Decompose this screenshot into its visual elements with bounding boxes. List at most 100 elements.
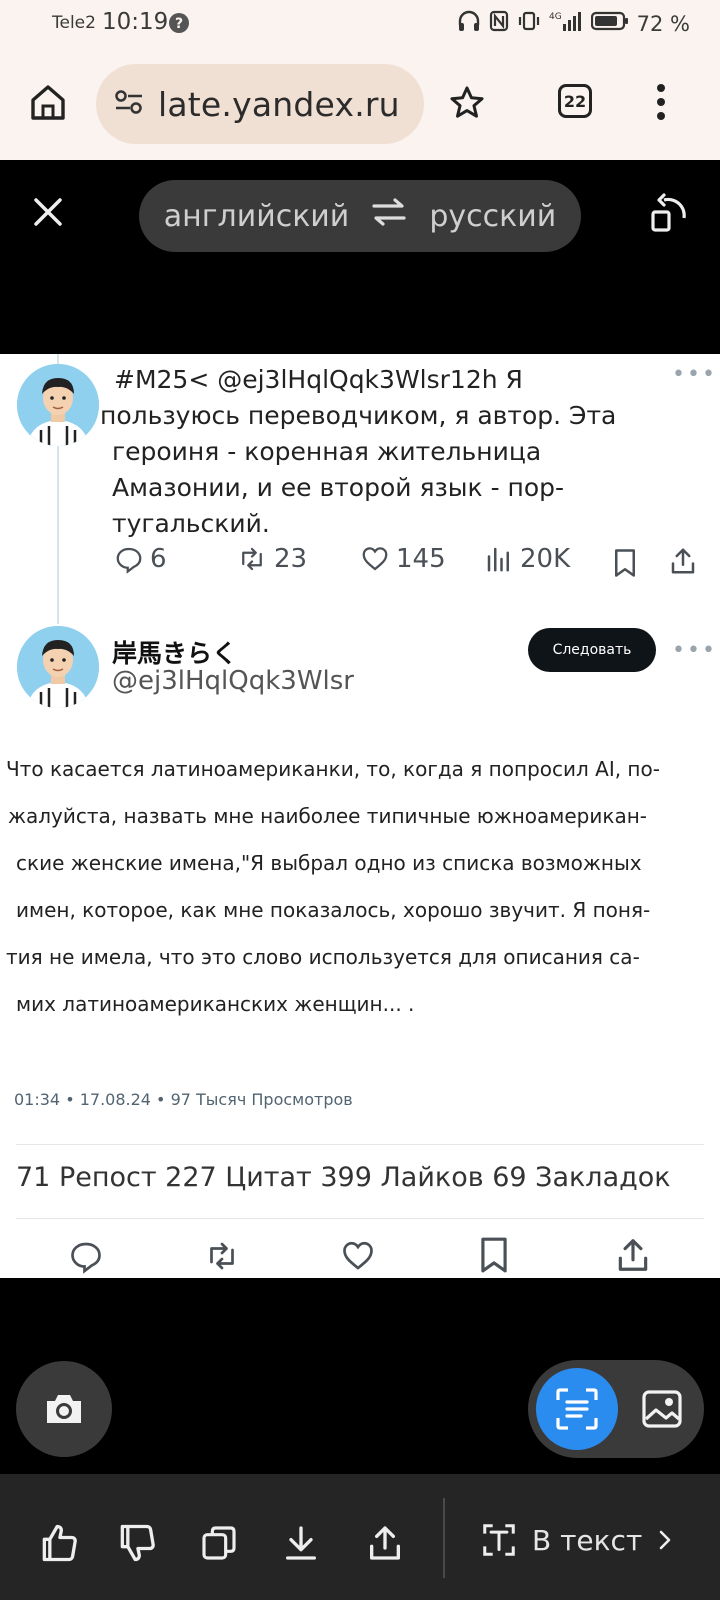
image-icon	[642, 1390, 682, 1428]
heart-icon	[343, 1241, 373, 1270]
bottom-toolbar: В текст	[0, 1474, 720, 1600]
view-count-button[interactable]: 20K	[484, 544, 570, 574]
help-icon: ?	[168, 12, 190, 38]
mode-switcher	[528, 1360, 704, 1458]
tweet-meta: 01:34 • 17.08.24 • 97 Тысяч Просмотров	[14, 1090, 353, 1109]
engagement-totals: 71 Репост 227 Цитат 399 Лайков 69 Заклад…	[16, 1162, 671, 1193]
close-button[interactable]	[32, 196, 64, 232]
source-language[interactable]: английский	[164, 199, 350, 234]
tweet-actions	[0, 1232, 720, 1278]
tweet-line: тия не имела, что это слово используется…	[6, 945, 640, 969]
address-bar[interactable]: late.yandex.ru	[96, 64, 424, 144]
clock: 10:19	[102, 9, 169, 35]
like-button[interactable]	[340, 1238, 376, 1278]
reply-count-button[interactable]: 6	[114, 544, 167, 574]
comment-icon	[71, 1242, 101, 1274]
heart-icon	[362, 547, 388, 571]
battery-icon	[590, 10, 629, 37]
comment-icon	[116, 547, 142, 574]
signal-icon: 4G	[549, 10, 583, 37]
browser-toolbar: late.yandex.ru 22	[0, 48, 720, 160]
reply-button[interactable]	[68, 1238, 104, 1278]
user-handle[interactable]: @ej3lHqlQqk3Wlsr	[112, 666, 354, 696]
reply-line: пользуюсь переводчиком, я автор. Эта	[100, 401, 617, 430]
carrier-label: Tele2	[52, 13, 96, 33]
toolbar-divider	[443, 1498, 445, 1578]
repost-count-button[interactable]: 23	[236, 544, 307, 574]
home-icon	[31, 85, 65, 120]
share-icon	[370, 1526, 400, 1560]
url-text: late.yandex.ru	[158, 84, 400, 124]
download-button[interactable]	[276, 1518, 326, 1568]
bookmark-icon	[615, 549, 635, 577]
nfc-icon	[489, 10, 509, 37]
tweet-line: Что касается латиноамериканки, то, когда…	[6, 757, 660, 781]
chevron-right-icon	[659, 1530, 671, 1550]
to-text-label: В текст	[532, 1523, 643, 1557]
thread-line	[57, 446, 59, 624]
tweet-line: жалуйста, назвать мне наиболее типичные …	[8, 804, 647, 828]
like-translation-button[interactable]	[34, 1518, 84, 1568]
text-scan-button[interactable]	[536, 1368, 618, 1450]
bookmark-icon	[481, 1237, 507, 1273]
view-count: 20K	[520, 544, 571, 574]
display-name[interactable]: 岸馬きらく	[112, 634, 237, 670]
vibrate-icon	[517, 10, 541, 37]
avatar[interactable]	[17, 626, 99, 708]
views-icon	[487, 547, 509, 572]
translator-header: английский русский	[0, 160, 720, 354]
more-vert-icon	[657, 84, 665, 120]
bookmark-star-button[interactable]	[448, 84, 486, 126]
gallery-button[interactable]	[626, 1370, 698, 1448]
share-translation-button[interactable]	[360, 1518, 410, 1568]
follow-button[interactable]: Следовать	[528, 628, 656, 672]
download-icon	[286, 1526, 316, 1560]
reply-count: 6	[150, 544, 167, 574]
dislike-translation-button[interactable]	[112, 1518, 162, 1568]
headphones-icon	[457, 10, 481, 37]
battery-percent: 72 %	[636, 11, 690, 36]
menu-button[interactable]	[654, 82, 668, 126]
avatar[interactable]	[17, 364, 99, 446]
reply-line: #M25< @ej3lHqlQqk3Wlsr12h Я	[114, 365, 523, 394]
swap-languages-icon[interactable]	[371, 197, 407, 235]
share-icon	[671, 548, 695, 574]
star-icon	[450, 86, 484, 118]
divider	[16, 1218, 704, 1219]
reply-line: героиня - коренная жительница	[112, 437, 542, 466]
to-text-button[interactable]: В текст	[480, 1510, 674, 1570]
tweet-line: мих латиноамериканских женщин... .	[16, 992, 415, 1016]
repost-count: 23	[274, 544, 308, 574]
tweet-line: ские женские имена,"Я выбрал одно из спи…	[16, 851, 642, 875]
camera-controls	[0, 1278, 720, 1474]
tweet-line: имен, которое, как мне показалось, хорош…	[16, 898, 651, 922]
share-button[interactable]	[614, 1236, 652, 1278]
copy-button[interactable]	[194, 1518, 244, 1568]
bookmark-button[interactable]	[612, 548, 638, 582]
share-button[interactable]	[668, 546, 698, 580]
reply-text: #M25< @ej3lHqlQqk3Wlsr12h Я пользуюсь пе…	[100, 362, 630, 542]
camera-icon	[47, 1395, 81, 1423]
site-settings-icon[interactable]	[114, 89, 144, 119]
tweet-body: Что касается латиноамериканки, то, когда…	[6, 746, 696, 1028]
svg-text:4G: 4G	[549, 12, 562, 22]
scan-text-icon	[556, 1388, 598, 1430]
thumbs-down-icon	[120, 1524, 155, 1562]
camera-button[interactable]	[16, 1361, 112, 1457]
bookmark-button[interactable]	[478, 1236, 510, 1278]
more-icon[interactable]: •••	[672, 638, 717, 663]
translated-image: #M25< @ej3lHqlQqk3Wlsr12h Я пользуюсь пе…	[0, 354, 720, 1278]
divider	[16, 1144, 704, 1145]
like-count-button[interactable]: 145	[360, 544, 446, 574]
target-language[interactable]: русский	[429, 199, 556, 234]
like-count: 145	[396, 544, 446, 574]
home-button[interactable]	[28, 82, 68, 126]
tabs-button[interactable]: 22	[558, 84, 592, 118]
language-selector[interactable]: английский русский	[139, 180, 581, 252]
share-icon	[618, 1239, 648, 1271]
repost-button[interactable]	[202, 1238, 242, 1278]
more-icon[interactable]: •••	[672, 362, 717, 387]
text-frame-icon	[483, 1524, 515, 1556]
reply-line: Амазонии, и ее второй язык - пор-	[112, 473, 565, 502]
rotate-button[interactable]	[650, 192, 692, 238]
